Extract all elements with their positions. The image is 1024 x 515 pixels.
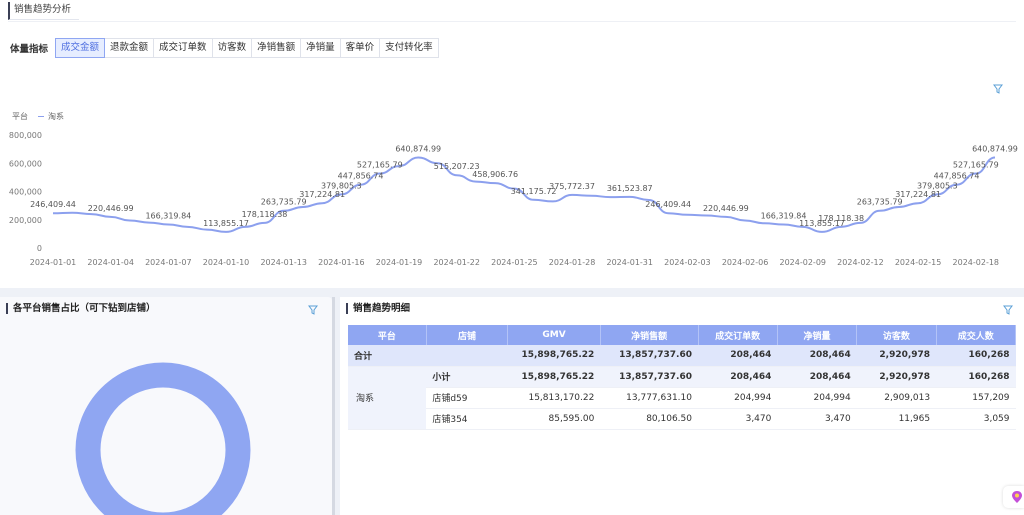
x-tick-label: 2024-02-09	[780, 258, 827, 267]
table-cell: 3,470	[698, 408, 778, 430]
data-label: 220,446.99	[703, 204, 749, 213]
data-label: 458,906.76	[472, 170, 518, 179]
table-cell: 2,920,978	[856, 345, 937, 367]
x-tick-label: 2024-01-07	[145, 258, 192, 267]
table-cell: 15,813,170.22	[507, 387, 601, 409]
table-cell: 13,857,737.60	[600, 345, 698, 367]
sales-detail-table: 平台 店铺 GMV 净销售额 成交订单数 净销量 访客数 成交人数 合计 15,…	[348, 325, 1017, 430]
x-tick-label: 2024-01-31	[606, 258, 653, 267]
sales-detail-title: 销售趋势明细	[346, 303, 410, 314]
platform-cell[interactable]: 淘系	[348, 366, 427, 430]
table-cell: 85,595.00	[507, 408, 601, 430]
x-tick-label: 2024-02-18	[953, 258, 1000, 267]
data-label: 527,165.79	[953, 161, 999, 170]
table-cell: 13,777,631.10	[600, 387, 698, 409]
data-label: 379,805.3	[321, 181, 362, 190]
table-cell: 208,464	[698, 345, 778, 367]
sales-trend-panel: 销售趋势分析 体量指标 成交金额 退款金额 成交订单数 访客数 净销售额 净销量…	[0, 0, 1024, 288]
filter-icon[interactable]	[1003, 305, 1013, 315]
data-label: 447,856.74	[338, 172, 384, 181]
table-cell	[426, 345, 508, 367]
column-header[interactable]: 净销售额	[600, 325, 699, 345]
data-label: 166,319.84	[145, 212, 191, 221]
subtotal-label: 小计	[426, 366, 508, 388]
column-header[interactable]: 净销量	[777, 325, 858, 345]
table-cell: 208,464	[698, 366, 778, 388]
y-tick-label: 0	[37, 244, 42, 253]
table-row: 店铺d59 15,813,170.22 13,777,631.10 204,99…	[348, 387, 1016, 409]
table-cell: 11,965	[856, 408, 937, 430]
column-header[interactable]: GMV	[507, 325, 601, 345]
table-cell: 208,464	[777, 345, 857, 367]
x-tick-label: 2024-01-10	[203, 258, 250, 267]
y-tick-label: 400,000	[9, 188, 42, 197]
y-tick-label: 800,000	[9, 131, 42, 140]
table-cell: 160,268	[936, 345, 1016, 367]
donut-chart[interactable]	[0, 297, 332, 515]
column-header[interactable]: 平台	[348, 325, 427, 345]
data-label: 178,118.38	[818, 214, 864, 223]
x-tick-label: 2024-01-22	[433, 258, 480, 267]
data-label: 178,118.38	[242, 210, 288, 219]
data-label: 447,856.74	[934, 172, 980, 181]
sales-detail-panel: 销售趋势明细 平台 店铺 GMV 净销售额 成交订单数 净销量 访客数 成交人数…	[340, 297, 1024, 515]
table-cell: 3,059	[936, 408, 1016, 430]
vertical-scrollbar[interactable]	[332, 297, 335, 515]
x-tick-label: 2024-01-28	[549, 258, 596, 267]
table-cell: 204,994	[777, 387, 857, 409]
x-tick-label: 2024-01-25	[491, 258, 538, 267]
store-cell[interactable]: 店铺d59	[426, 387, 508, 409]
table-subtotal-row: 淘系 小计 15,898,765.22 13,857,737.60 208,46…	[348, 366, 1016, 430]
x-tick-label: 2024-02-12	[837, 258, 884, 267]
store-cell[interactable]: 店铺354	[426, 408, 508, 430]
trend-line-chart: 0 200,000 400,000 600,000 800,000 2024-01-01 2…	[9, 131, 1018, 267]
table-cell: 15,898,765.22	[507, 366, 601, 388]
column-header[interactable]: 店铺	[426, 325, 509, 345]
table-row: 店铺354 85,595.00 80,106.50 3,470 3,470 11…	[348, 408, 1016, 430]
table-cell: 157,209	[936, 387, 1016, 409]
donut-ring-taoxi[interactable]	[75, 362, 251, 515]
x-tick-label: 2024-01-04	[87, 258, 134, 267]
metric-button-gmv[interactable]: 成交金额	[55, 38, 106, 58]
data-label: 246,409.44	[30, 200, 76, 209]
platform-share-panel: 各平台销售占比（可下钻到店铺）	[0, 297, 332, 515]
table-cell: 2,920,978	[856, 366, 937, 388]
y-tick-label: 600,000	[9, 159, 42, 168]
total-label: 合计	[348, 345, 427, 367]
data-label: 361,523.87	[607, 184, 653, 193]
x-tick-label: 2024-01-16	[318, 258, 365, 267]
data-label: 246,409.44	[645, 200, 691, 209]
x-tick-label: 2024-02-03	[664, 258, 711, 267]
data-label: 379,805.3	[917, 181, 958, 190]
location-pin-icon	[1012, 491, 1022, 503]
column-header[interactable]: 访客数	[856, 325, 937, 345]
column-header[interactable]: 成交人数	[936, 325, 1017, 345]
x-tick-label: 2024-02-15	[895, 258, 942, 267]
table-total-row: 合计 15,898,765.22 13,857,737.60 208,464 2…	[348, 345, 1016, 367]
table-cell: 80,106.50	[600, 408, 698, 430]
data-label: 640,874.99	[972, 144, 1018, 153]
data-label: 375,772.37	[549, 182, 595, 191]
table-cell: 204,994	[698, 387, 778, 409]
table-cell: 15,898,765.22	[507, 345, 601, 367]
x-tick-label: 2024-01-01	[30, 258, 77, 267]
y-tick-label: 200,000	[9, 216, 42, 225]
data-label: 640,874.99	[395, 144, 441, 153]
table-cell: 3,470	[777, 408, 857, 430]
x-tick-label: 2024-01-13	[260, 258, 307, 267]
data-label: 113,855.17	[203, 219, 249, 228]
table-cell: 13,857,737.60	[600, 366, 698, 388]
data-label: 317,224.81	[895, 190, 941, 199]
table-header-row: 平台 店铺 GMV 净销售额 成交订单数 净销量 访客数 成交人数	[348, 325, 1017, 345]
x-tick-label: 2024-02-06	[722, 258, 769, 267]
data-label: 220,446.99	[88, 204, 134, 213]
column-header[interactable]: 成交订单数	[698, 325, 778, 345]
data-label: 317,224.81	[299, 190, 345, 199]
data-label: 527,165.79	[357, 161, 403, 170]
table-cell: 160,268	[936, 366, 1016, 388]
assistant-button[interactable]	[1003, 486, 1024, 508]
table-cell: 208,464	[777, 366, 857, 388]
x-tick-label: 2024-01-19	[376, 258, 423, 267]
table-cell: 2,909,013	[856, 387, 937, 409]
